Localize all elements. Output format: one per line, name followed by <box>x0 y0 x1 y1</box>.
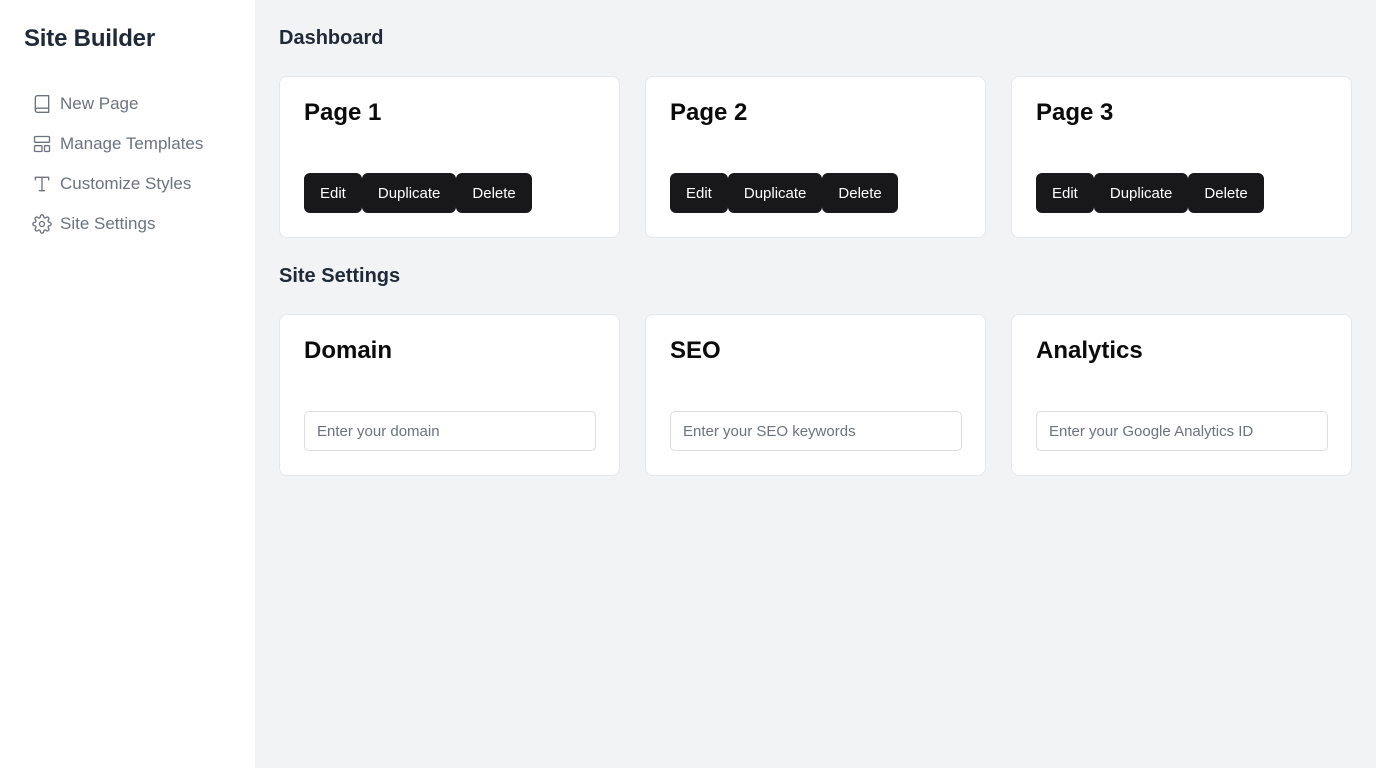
sidebar: Site Builder New Page Manage Templates C… <box>0 0 255 768</box>
gear-icon <box>32 214 52 234</box>
analytics-id-input[interactable] <box>1036 411 1328 451</box>
layout-icon <box>32 134 52 154</box>
page-card: Page 1 Edit Duplicate Delete <box>279 76 620 238</box>
duplicate-button[interactable]: Duplicate <box>361 173 457 213</box>
type-icon <box>32 174 52 194</box>
page-card-title: Page 2 <box>670 99 748 126</box>
settings-card-title: SEO <box>670 337 721 364</box>
page-actions: Edit Duplicate Delete <box>670 173 961 213</box>
page-card-title: Page 3 <box>1036 99 1114 126</box>
sidebar-item-site-settings[interactable]: Site Settings <box>24 204 231 244</box>
settings-card-title: Domain <box>304 337 393 364</box>
sidebar-item-label: Site Settings <box>60 214 156 233</box>
main-content: Dashboard Page 1 Edit Duplicate Delete P… <box>255 0 1376 768</box>
dashboard-title: Dashboard <box>279 27 384 49</box>
site-settings-title: Site Settings <box>279 265 401 287</box>
edit-button[interactable]: Edit <box>1036 173 1094 213</box>
sidebar-item-label: Manage Templates <box>60 134 204 153</box>
page-actions: Edit Duplicate Delete <box>304 173 595 213</box>
settings-card-seo: SEO <box>645 314 986 476</box>
duplicate-button[interactable]: Duplicate <box>727 173 823 213</box>
page-card: Page 3 Edit Duplicate Delete <box>1011 76 1352 238</box>
settings-grid: Domain SEO Analytics <box>279 314 1352 476</box>
app-title: Site Builder <box>24 25 155 52</box>
sidebar-item-manage-templates[interactable]: Manage Templates <box>24 124 231 164</box>
page-actions: Edit Duplicate Delete <box>1036 173 1327 213</box>
page-card: Page 2 Edit Duplicate Delete <box>645 76 986 238</box>
pages-grid: Page 1 Edit Duplicate Delete Page 2 Edit… <box>279 76 1352 238</box>
sidebar-nav: New Page Manage Templates Customize Styl… <box>24 84 231 244</box>
settings-card-domain: Domain <box>279 314 620 476</box>
delete-button[interactable]: Delete <box>456 173 532 213</box>
page-card-title: Page 1 <box>304 99 382 126</box>
book-icon <box>32 94 52 114</box>
sidebar-item-label: Customize Styles <box>60 174 192 193</box>
domain-input[interactable] <box>304 411 596 451</box>
sidebar-item-new-page[interactable]: New Page <box>24 84 231 124</box>
sidebar-item-label: New Page <box>60 94 139 113</box>
sidebar-item-customize-styles[interactable]: Customize Styles <box>24 164 231 204</box>
delete-button[interactable]: Delete <box>822 173 898 213</box>
settings-card-analytics: Analytics <box>1011 314 1352 476</box>
duplicate-button[interactable]: Duplicate <box>1093 173 1189 213</box>
edit-button[interactable]: Edit <box>304 173 362 213</box>
delete-button[interactable]: Delete <box>1188 173 1264 213</box>
seo-keywords-input[interactable] <box>670 411 962 451</box>
app-root: Site Builder New Page Manage Templates C… <box>0 0 1376 768</box>
edit-button[interactable]: Edit <box>670 173 728 213</box>
settings-card-title: Analytics <box>1036 337 1143 364</box>
